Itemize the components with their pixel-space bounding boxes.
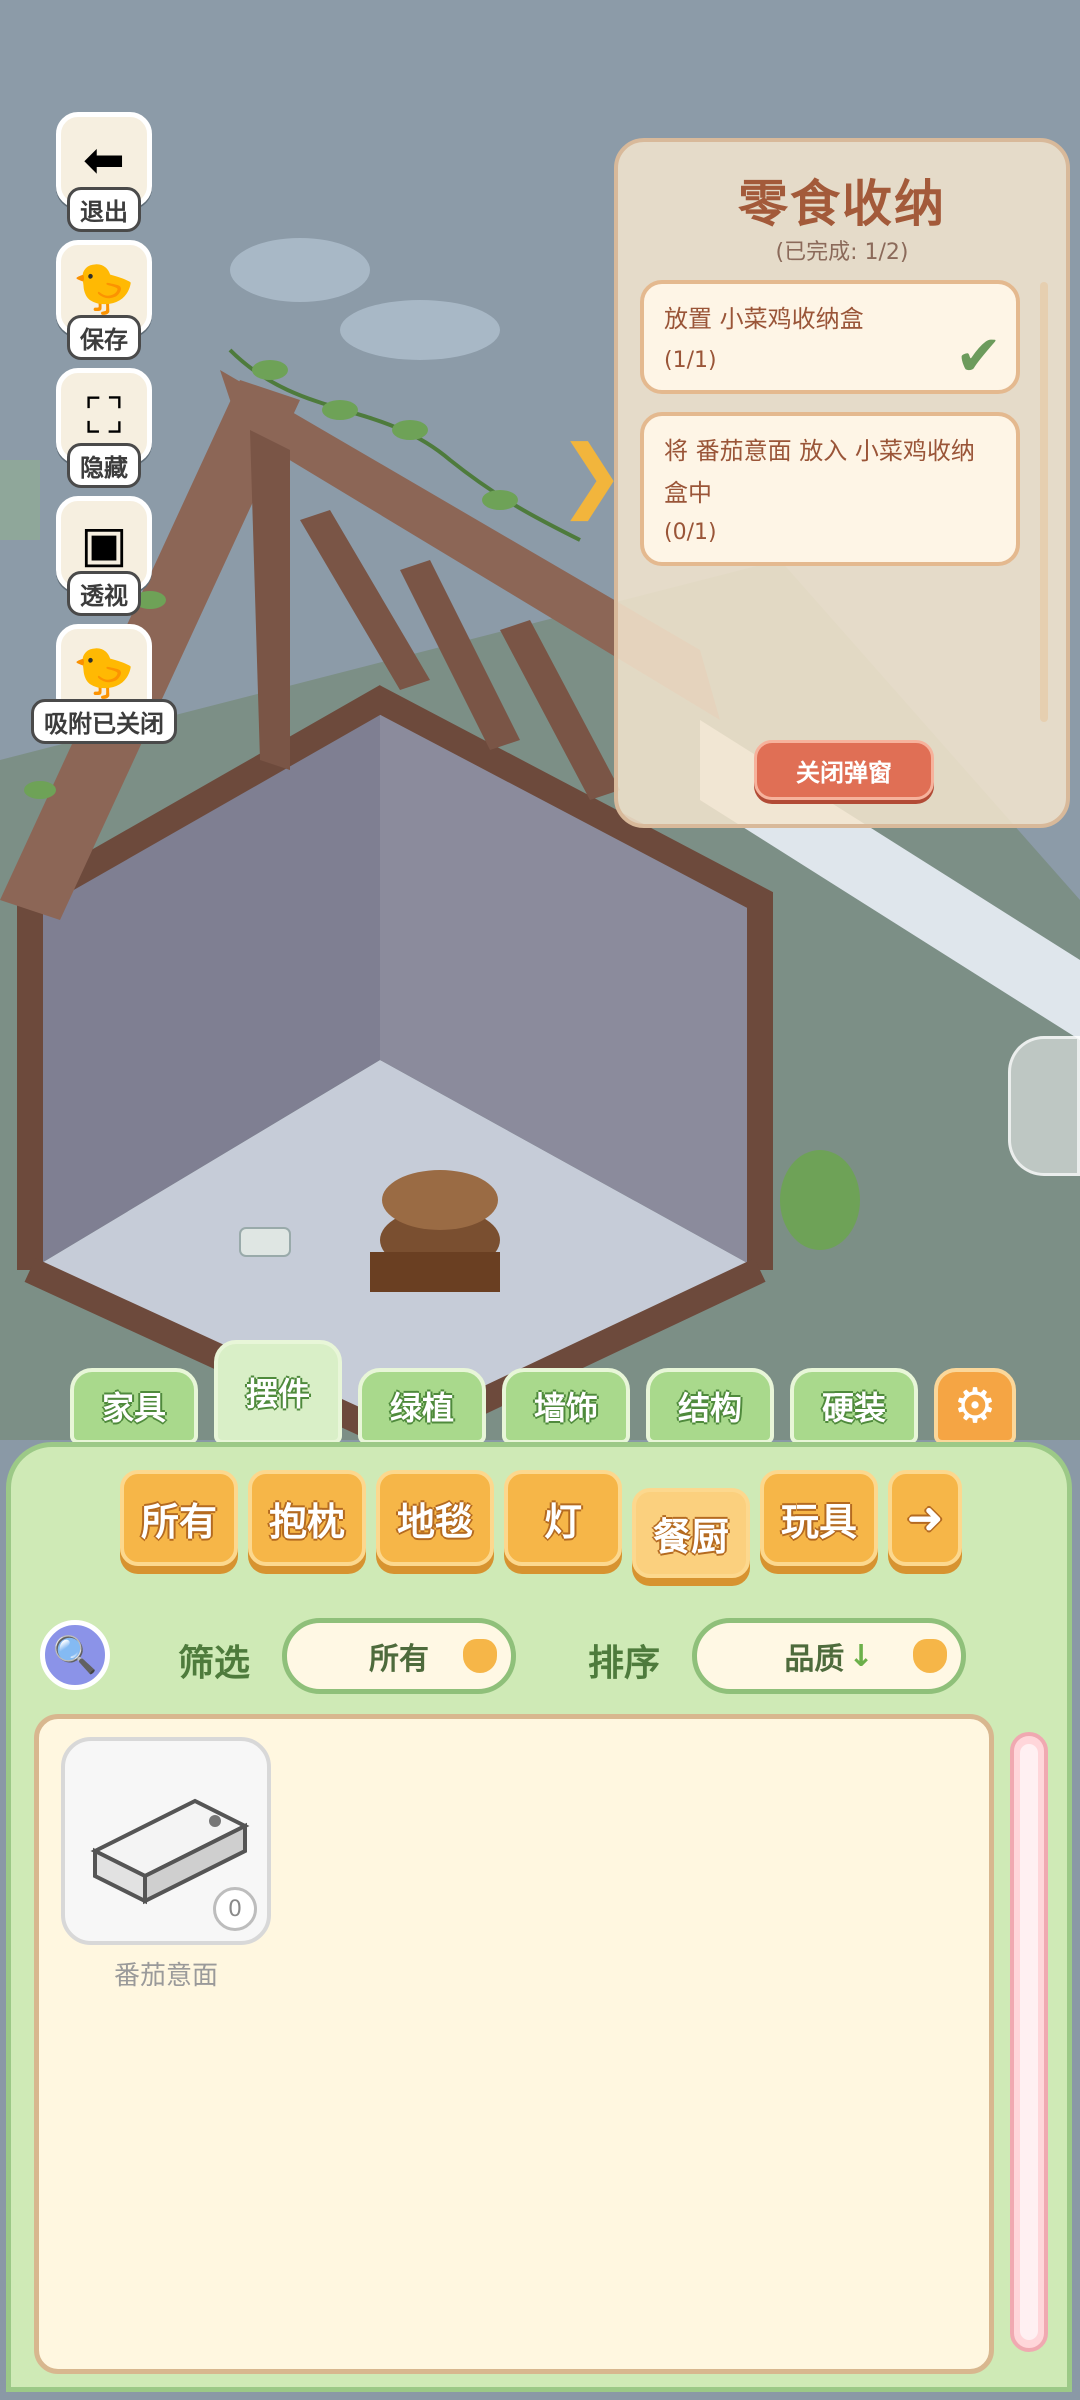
filter-dropdown[interactable]: 所有 (282, 1618, 516, 1694)
quest-popup: 零食收纳 (已完成: 1/2) 放置 小菜鸡收纳盒 (1/1) ✔ 将 番茄意面… (614, 138, 1070, 828)
subtab-carpet[interactable]: 地毯 (376, 1470, 494, 1566)
subtab-lamp[interactable]: 灯 (504, 1470, 622, 1566)
task-progress: (0/1) (664, 520, 717, 545)
item-card[interactable]: 0 (61, 1737, 271, 1945)
tab-structure[interactable]: 结构 (646, 1368, 774, 1444)
tab-furniture[interactable]: 家具 (70, 1368, 198, 1444)
sort-label: 排序 (588, 1643, 661, 1684)
filter-label: 筛选 (178, 1643, 251, 1684)
tab-hard-decor[interactable]: 硬装 (790, 1368, 918, 1444)
item-grid: 0 番茄意面 (34, 1714, 994, 2374)
inventory-scrollbar[interactable] (1010, 1732, 1048, 2352)
perspective-button[interactable]: ▣ 透视 (34, 496, 174, 616)
exit-button[interactable]: ⬅ 退出 (34, 112, 174, 232)
perspective-label: 透视 (67, 571, 141, 616)
chevron-down-icon (913, 1639, 947, 1673)
quest-progress: (已完成: 1/2) (775, 240, 909, 265)
check-icon: ✔ (955, 324, 1002, 389)
save-label: 保存 (67, 315, 141, 360)
quest-task-2: 将 番茄意面 放入 小菜鸡收纳盒中 (0/1) (640, 412, 1020, 566)
subtab-all[interactable]: 所有 (120, 1470, 238, 1566)
gear-icon[interactable]: ⚙ (934, 1368, 1016, 1444)
close-popup-button[interactable]: 关闭弹窗 (754, 740, 934, 800)
subtab-kitchen[interactable]: 餐厨 (632, 1488, 750, 1578)
sort-dropdown[interactable]: 品质 ↓ (692, 1618, 966, 1694)
subtab-toys[interactable]: 玩具 (760, 1470, 878, 1566)
subcategory-row: 所有 抱枕 地毯 灯 餐厨 玩具 ➜ (110, 1470, 980, 1590)
filter-value: 所有 (369, 1642, 429, 1677)
sort-value: 品质 (784, 1642, 845, 1677)
hide-button[interactable]: ⛶ 隐藏 (34, 368, 174, 488)
item-name: 番茄意面 (113, 1961, 218, 1991)
task-text: 将 番茄意面 放入 小菜鸡收纳盒中 (664, 437, 975, 507)
item-count: 0 (213, 1887, 257, 1931)
tab-decor[interactable]: 摆件 (214, 1340, 342, 1444)
snap-toggle-button[interactable]: 🐤 吸附已关闭 (31, 624, 177, 744)
subtab-pillow[interactable]: 抱枕 (248, 1470, 366, 1566)
chevron-down-icon (463, 1639, 497, 1673)
side-drawer-handle[interactable] (1008, 1036, 1080, 1176)
scrollbar-thumb[interactable] (1020, 1744, 1038, 2340)
task-text: 放置 小菜鸡收纳盒 (664, 305, 864, 333)
arrow-right-icon[interactable]: ➜ (888, 1470, 962, 1566)
save-button[interactable]: 🐤 保存 (34, 240, 174, 360)
search-icon[interactable]: 🔍 (40, 1620, 110, 1690)
quest-task-1: 放置 小菜鸡收纳盒 (1/1) ✔ (640, 280, 1020, 394)
exit-label: 退出 (67, 187, 141, 232)
tab-plants[interactable]: 绿植 (358, 1368, 486, 1444)
popup-scrollbar[interactable] (1040, 282, 1048, 722)
snap-label: 吸附已关闭 (31, 699, 177, 744)
hide-label: 隐藏 (67, 443, 141, 488)
task-progress: (1/1) (664, 348, 717, 373)
tab-wall-decor[interactable]: 墙饰 (502, 1368, 630, 1444)
quest-title: 零食收纳 (738, 175, 946, 233)
sort-arrow-icon: ↓ (848, 1638, 874, 1674)
